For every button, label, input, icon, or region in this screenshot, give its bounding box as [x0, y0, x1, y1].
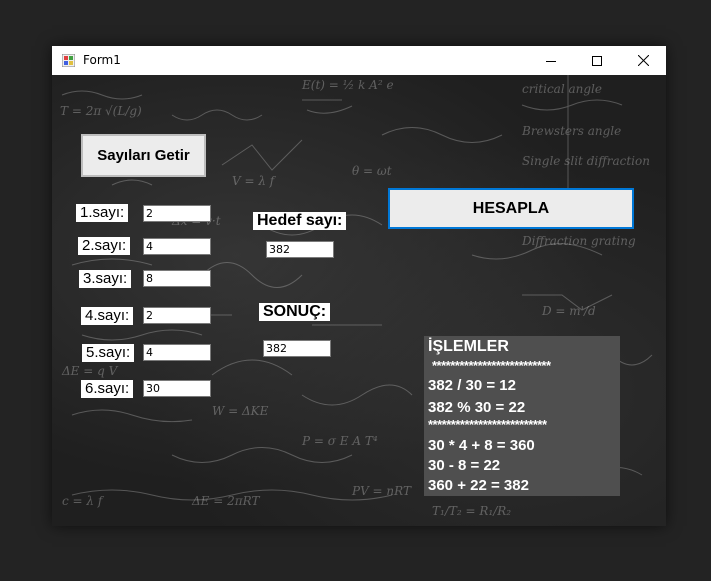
form-client-area: T = 2π √(L/g) E(t) = ½ k A² e V = λ f θ …: [52, 75, 666, 526]
get-numbers-button[interactable]: Sayıları Getir: [81, 134, 206, 177]
svg-text:E(t) = ½ k A² e: E(t) = ½ k A² e: [301, 78, 394, 92]
number-6-label: 6.sayı:: [81, 380, 134, 398]
number-5-input[interactable]: 4: [143, 344, 211, 361]
svg-text:θ = ωt: θ = ωt: [352, 164, 392, 178]
svg-text:ΔE = 2πRT: ΔE = 2πRT: [191, 494, 260, 508]
number-2-input[interactable]: 4: [143, 238, 211, 255]
svg-text:P = σ E A T⁴: P = σ E A T⁴: [301, 434, 378, 448]
app-icon: [62, 54, 75, 67]
operation-line-1: 382 / 30 = 12: [428, 377, 516, 394]
svg-text:ΔE = q V: ΔE = q V: [61, 364, 119, 378]
minimize-icon: [546, 60, 556, 62]
number-6-input[interactable]: 30: [143, 380, 211, 397]
operation-line-2: 382 % 30 = 22: [428, 399, 526, 416]
close-icon: [637, 55, 649, 66]
number-5-label: 5.sayı:: [82, 344, 135, 362]
target-label: Hedef sayı:: [253, 212, 347, 230]
svg-text:Diffraction grating: Diffraction grating: [521, 234, 636, 248]
result-label: SONUÇ:: [259, 303, 331, 321]
number-2-label: 2.sayı:: [78, 237, 131, 255]
number-1-label: 1.sayı:: [76, 204, 129, 222]
number-4-label: 4.sayı:: [81, 307, 134, 325]
svg-text:Brewsters angle: Brewsters angle: [521, 124, 621, 138]
svg-text:critical angle: critical angle: [522, 82, 602, 96]
operations-panel: İŞLEMLER ************************** 382 …: [424, 336, 620, 496]
operation-line-4: 30 - 8 = 22: [428, 457, 501, 474]
operation-line-5: 360 + 22 = 382: [428, 477, 529, 494]
svg-text:T₁/T₂ = R₁/R₂: T₁/T₂ = R₁/R₂: [432, 504, 511, 518]
svg-text:c = λ f: c = λ f: [62, 494, 105, 508]
operations-separator-2: **************************: [428, 417, 547, 432]
calculate-button[interactable]: HESAPLA: [388, 188, 634, 229]
number-1-input[interactable]: 2: [143, 205, 211, 222]
number-4-input[interactable]: 2: [143, 307, 211, 324]
operations-separator-1: **************************: [432, 358, 551, 373]
result-input[interactable]: 382: [263, 340, 331, 357]
close-button[interactable]: [620, 46, 666, 75]
svg-text:Single slit diffraction: Single slit diffraction: [522, 154, 650, 168]
title-bar[interactable]: Form1: [52, 46, 666, 75]
minimize-button[interactable]: [528, 46, 574, 75]
number-3-input[interactable]: 8: [143, 270, 211, 287]
window-title: Form1: [83, 53, 121, 67]
maximize-icon: [592, 55, 602, 66]
operations-title: İŞLEMLER: [428, 338, 509, 355]
svg-text:W = ΔKE: W = ΔKE: [212, 404, 269, 418]
svg-text:PV = nRT: PV = nRT: [351, 484, 412, 498]
number-3-label: 3.sayı:: [79, 270, 132, 288]
svg-text:T = 2π √(L/g): T = 2π √(L/g): [60, 104, 142, 118]
app-window: Form1 T = 2π √(L/g) E(t) = ½ k A² e V = …: [52, 46, 666, 526]
maximize-button[interactable]: [574, 46, 620, 75]
svg-text:D = m'/d: D = m'/d: [541, 304, 596, 318]
svg-text:V = λ f: V = λ f: [232, 174, 277, 188]
operation-line-3: 30 * 4 + 8 = 360: [428, 437, 535, 454]
target-input[interactable]: 382: [266, 241, 334, 258]
